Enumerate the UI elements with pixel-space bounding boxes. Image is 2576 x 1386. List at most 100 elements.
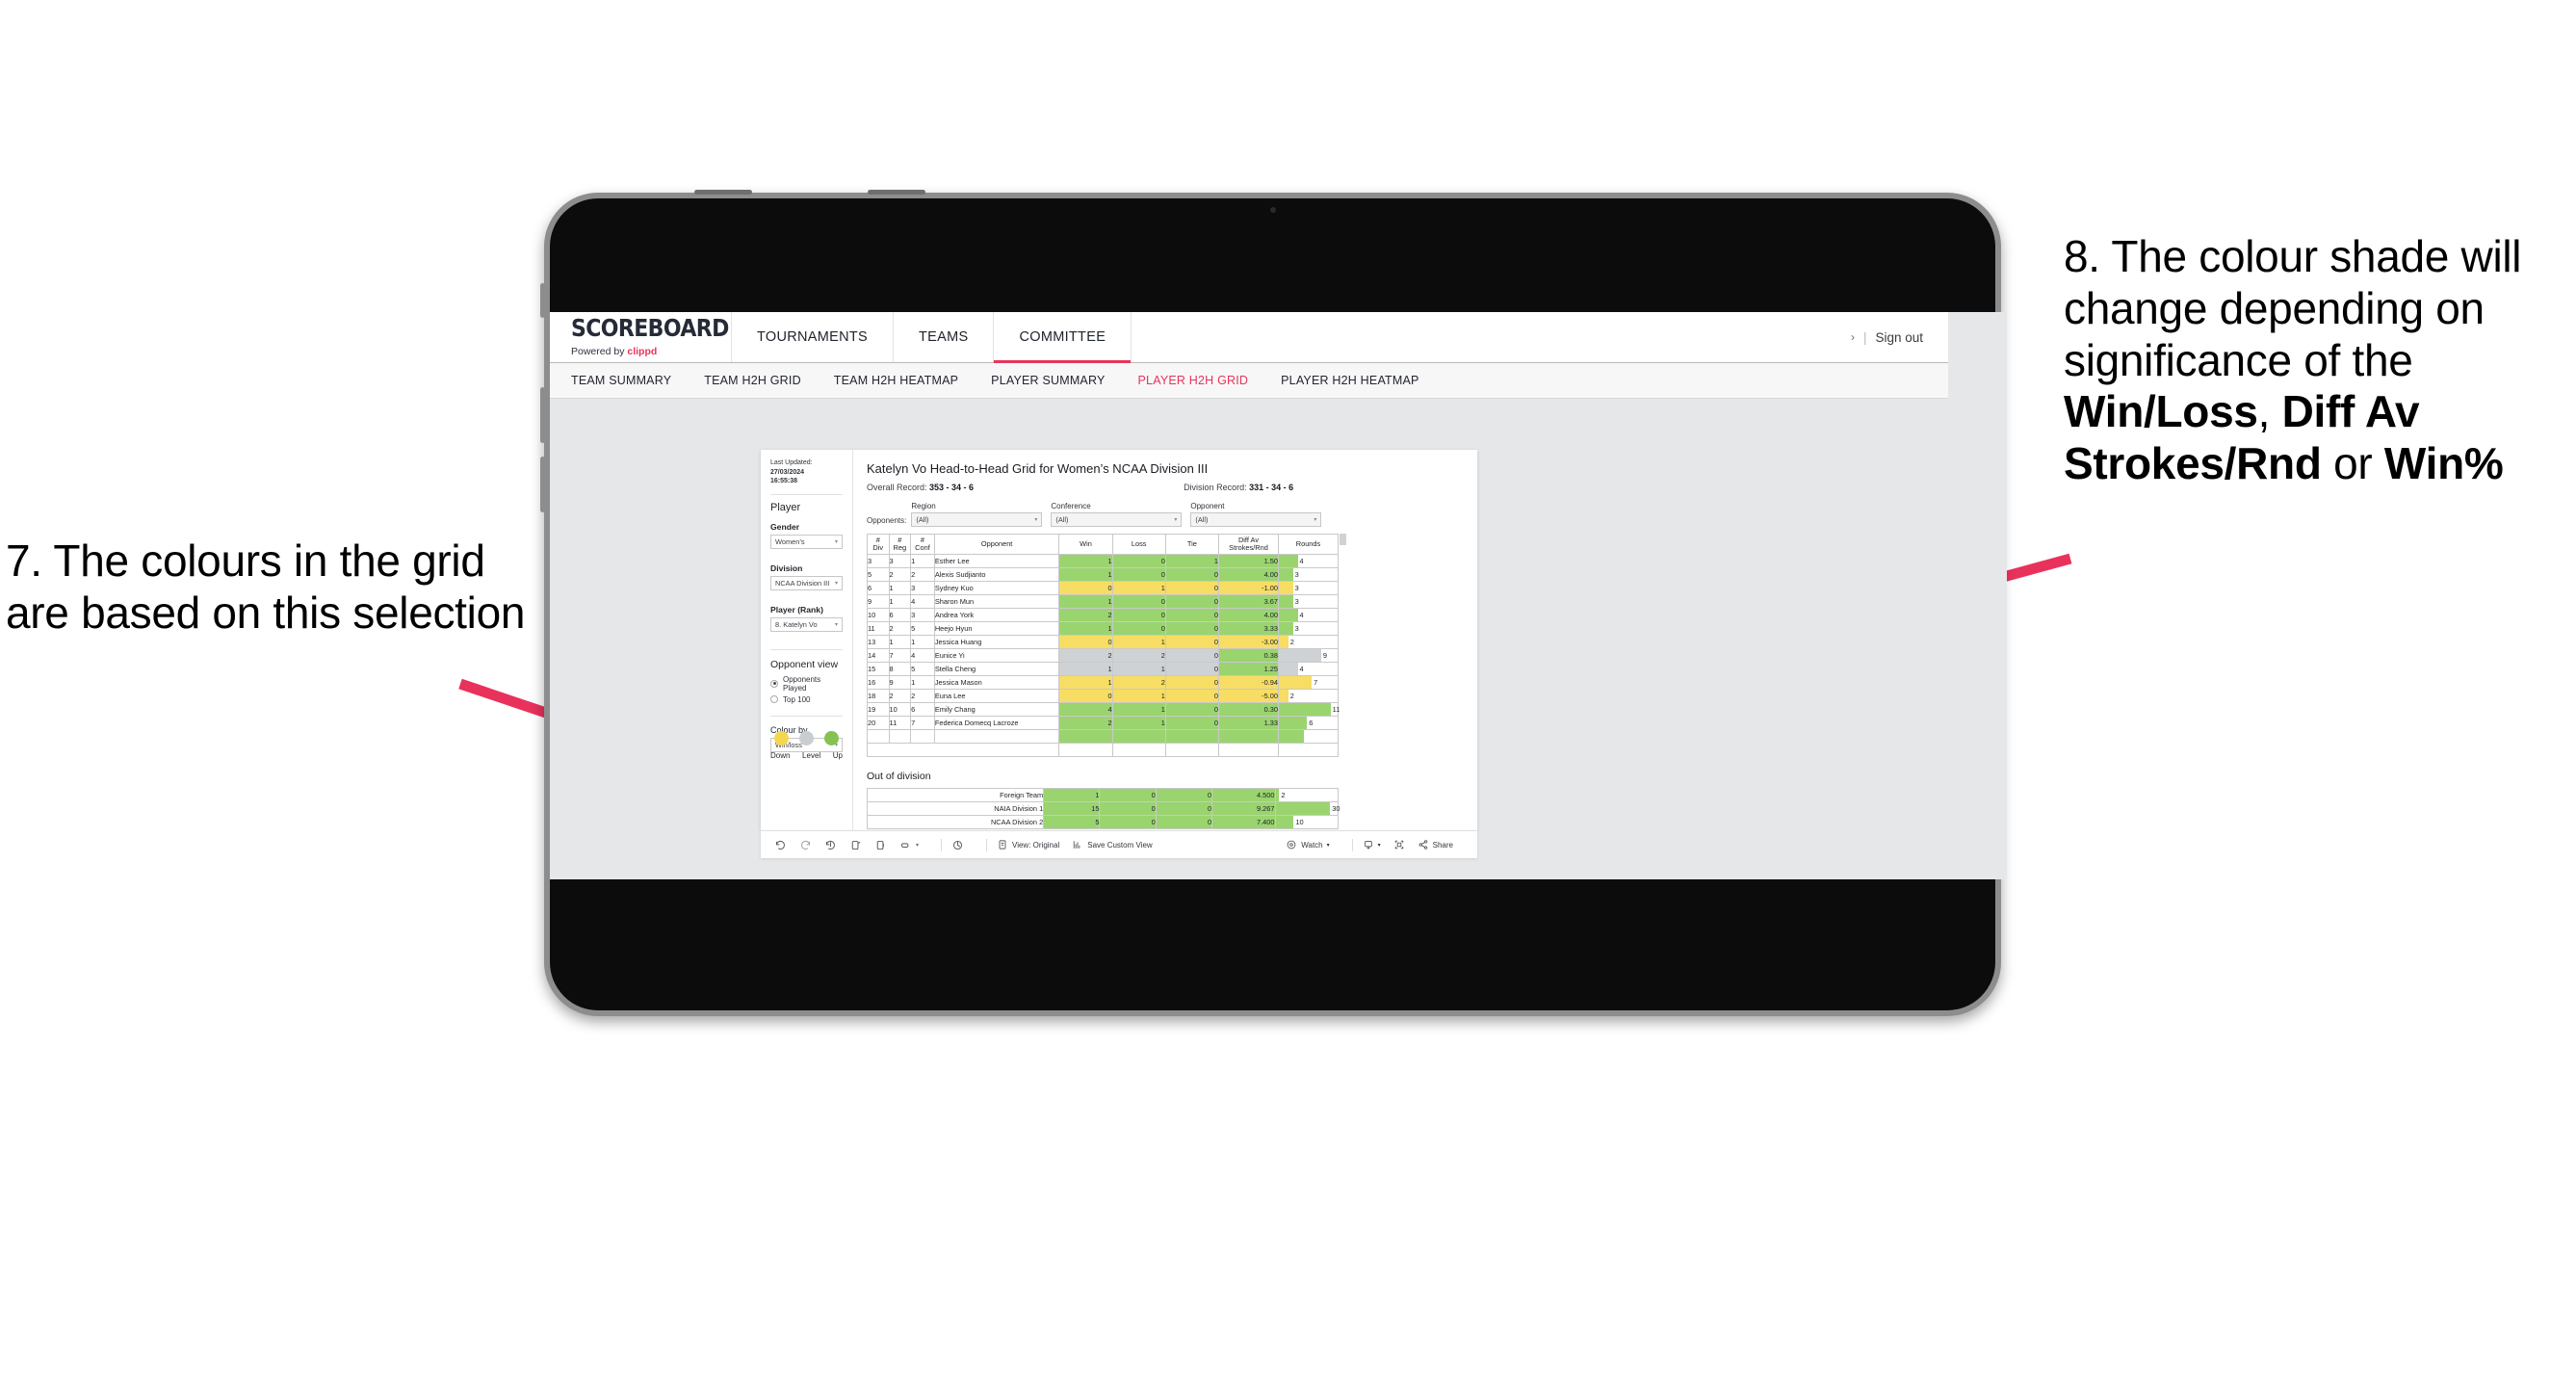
pause-button[interactable] [874, 839, 887, 851]
out-of-division-row[interactable]: Foreign Team 1 0 0 4.500 2 [866, 787, 1340, 802]
cell-conf: 2 [910, 688, 935, 703]
cell-div: 15 [867, 661, 890, 676]
cell-loss: 0 [1111, 593, 1166, 609]
table-row[interactable]: 16 9 1 Jessica Mason 1 2 0 -0.94 7 [867, 674, 1340, 690]
nav-item-committee[interactable]: COMMITTEE [994, 312, 1132, 363]
undo-button[interactable] [774, 839, 787, 851]
last-updated-label: Last Updated: [770, 459, 813, 466]
divider [941, 838, 943, 851]
chevron-right-icon[interactable]: › [1851, 330, 1855, 344]
table-row[interactable]: 15 8 5 Stella Cheng 1 1 0 1.25 4 [867, 661, 1340, 676]
rounds-value: 6 [1309, 718, 1314, 727]
cell-tie: 0 [1164, 593, 1220, 609]
cell-opponent: Stella Cheng [933, 661, 1060, 676]
subnav-item-team-summary[interactable]: TEAM SUMMARY [571, 374, 671, 387]
cell-div: 18 [867, 688, 890, 703]
revert-button[interactable] [824, 839, 837, 851]
table-row-empty [867, 742, 1340, 757]
divider [770, 715, 843, 717]
division-select[interactable]: NCAA Division III ▾ [770, 575, 843, 590]
table-row[interactable]: 9 1 4 Sharon Mun 1 0 0 3.67 3 [867, 593, 1340, 609]
table-row[interactable]: 3 3 1 Esther Lee 1 0 1 1.50 4 [867, 553, 1340, 568]
cell-diff: -1.00 [1218, 580, 1279, 595]
out-of-division-row[interactable]: NAIA Division 1 15 0 0 9.267 30 [866, 800, 1340, 816]
annotation-right-bold-winloss: Win/Loss [2064, 386, 2258, 437]
subnav-item-player-summary[interactable]: PLAYER SUMMARY [991, 374, 1105, 387]
radio-opponents-played[interactable]: Opponents Played [770, 675, 843, 693]
column-header-win[interactable]: Win [1058, 534, 1113, 555]
download-button[interactable]: ▾ [1363, 839, 1381, 850]
save-custom-view-button[interactable]: Save Custom View [1072, 839, 1153, 850]
filters-sidebar: Last Updated: 27/03/2024 16:55:38 Player… [761, 450, 853, 830]
column-header-reg[interactable]: # Reg [888, 534, 912, 555]
cell-partial [1111, 728, 1166, 744]
cell-opponent: Heejo Hyun [933, 620, 1060, 636]
subnav-item-team-h2h-grid[interactable]: TEAM H2H GRID [704, 374, 801, 387]
cell-reg: 1 [888, 593, 912, 609]
cell-conf: 1 [910, 634, 935, 649]
cell-conf: 3 [910, 580, 935, 595]
column-header-conf[interactable]: # Conf [910, 534, 935, 555]
column-header-opponent[interactable]: Opponent [933, 534, 1060, 555]
column-header-loss[interactable]: Loss [1111, 534, 1166, 555]
table-row[interactable]: 13 1 1 Jessica Huang 0 1 0 -3.00 2 [867, 634, 1340, 649]
gender-select[interactable]: Women’s ▾ [770, 534, 843, 549]
sign-out-link[interactable]: Sign out [1875, 330, 1923, 345]
table-row[interactable]: 20 11 7 Federica Domecq Lacroze 2 1 0 1.33 6 [867, 715, 1340, 730]
vertical-scrollbar[interactable] [1340, 534, 1346, 545]
redo-button[interactable] [799, 839, 812, 851]
table-row[interactable]: 5 2 2 Alexis Sudjianto 1 0 0 4.00 3 [867, 566, 1340, 582]
cell-rounds-bar: 9 [1277, 647, 1340, 663]
cell-loss: 0 [1111, 566, 1166, 582]
table-row[interactable]: 11 2 5 Heejo Hyun 1 0 0 3.33 3 [867, 620, 1340, 636]
table-row[interactable]: 10 6 3 Andrea York 2 0 0 4.00 4 [867, 607, 1340, 622]
refresh-button[interactable] [849, 839, 862, 851]
fullscreen-button[interactable] [1393, 839, 1405, 850]
subnav-item-player-h2h-heatmap[interactable]: PLAYER H2H HEATMAP [1281, 374, 1418, 387]
column-header-rounds[interactable]: Rounds [1277, 534, 1340, 555]
divider [770, 493, 843, 495]
conference-select[interactable]: (All) ▾ [1051, 512, 1183, 527]
cell-tie: 0 [1164, 688, 1220, 703]
annotation-right-sep1: , [2257, 386, 2282, 437]
highlight-button[interactable] [951, 839, 964, 851]
cell-win: 1 [1058, 661, 1113, 676]
region-filter: Region (All) ▾ [911, 502, 1043, 527]
opponent-select[interactable]: (All) ▾ [1190, 512, 1322, 527]
records-row: Overall Record: 353 - 34 - 6 Division Re… [867, 483, 1464, 492]
radio-top-100[interactable]: Top 100 [770, 695, 843, 704]
watch-button[interactable]: Watch ▾ [1286, 839, 1330, 850]
tablet-device: SCOREBOARD Powered by clippd TOURNAMENTS… [540, 190, 2007, 1016]
cell-diff: 4.00 [1218, 566, 1279, 582]
region-select[interactable]: (All) ▾ [911, 512, 1043, 527]
table-row[interactable]: 18 2 2 Euna Lee 0 1 0 -5.00 2 [867, 688, 1340, 703]
nav-item-tournaments[interactable]: TOURNAMENTS [732, 312, 895, 362]
nav-item-teams[interactable]: TEAMS [894, 312, 995, 362]
table-row[interactable]: 19 10 6 Emily Chang 4 1 0 0.30 11 [867, 701, 1340, 717]
table-row[interactable]: 6 1 3 Sydney Kuo 0 1 0 -1.00 3 [867, 580, 1340, 595]
legend-dot-down [774, 731, 789, 745]
subnav-item-team-h2h-heatmap[interactable]: TEAM H2H HEATMAP [834, 374, 958, 387]
cell-partial [910, 728, 935, 744]
player-rank-select[interactable]: 8. Katelyn Vo ▾ [770, 616, 843, 632]
shape-dropdown-button[interactable]: ▾ [899, 839, 919, 851]
rounds-bar [1278, 675, 1313, 689]
subnav-item-player-h2h-grid[interactable]: PLAYER H2H GRID [1138, 374, 1249, 387]
cell-reg: 1 [888, 580, 912, 595]
column-header-diff-av-strokes-rnd[interactable]: Diff Av Strokes/Rnd [1218, 534, 1279, 555]
cell-rounds-bar: 3 [1277, 620, 1340, 636]
view-original-button[interactable]: View: Original [997, 839, 1059, 850]
last-updated-date: 27/03/2024 [770, 468, 805, 476]
brand-logo[interactable]: SCOREBOARD Powered by clippd [550, 312, 732, 362]
division-record: Division Record: 331 - 34 - 6 [1184, 483, 1293, 492]
column-header-tie[interactable]: Tie [1164, 534, 1220, 555]
table-row[interactable]: 14 7 4 Eunice Yi 2 2 0 0.38 9 [867, 647, 1340, 663]
cell-rounds-bar: 7 [1277, 674, 1340, 690]
cell-tie: 0 [1164, 566, 1220, 582]
cell-loss: 0 [1099, 814, 1157, 829]
share-button[interactable]: Share [1418, 839, 1453, 850]
column-header-div[interactable]: # Div [867, 534, 890, 555]
cell-div: 11 [867, 620, 890, 636]
chevron-down-icon: ▾ [1314, 517, 1317, 523]
out-of-division-row[interactable]: NCAA Division 2 5 0 0 7.400 10 [866, 814, 1340, 829]
